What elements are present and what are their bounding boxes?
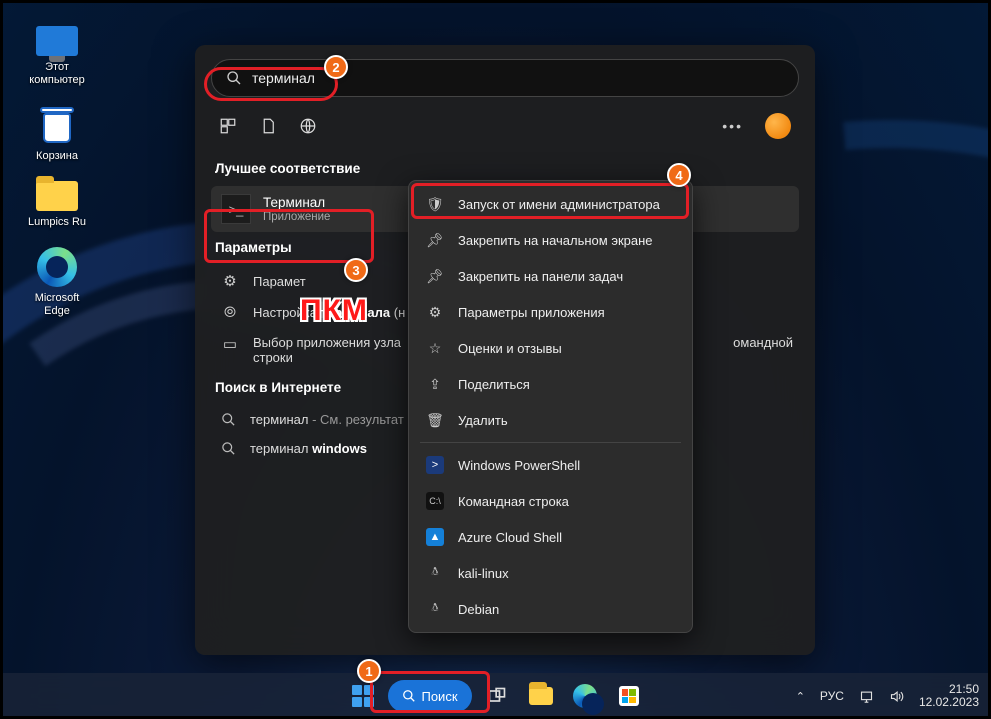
more-options-icon[interactable]: ••• (722, 118, 743, 134)
recycle-bin-icon[interactable]: Корзина (22, 105, 92, 163)
lumpics-folder-icon[interactable]: Lumpics Ru (22, 181, 92, 229)
filter-apps-icon[interactable] (219, 117, 237, 135)
azure-icon: ▲ (426, 528, 444, 546)
linux-icon: 🐧︎ (426, 564, 444, 582)
date-text: 12.02.2023 (919, 696, 979, 709)
result-subtitle: Приложение (263, 211, 330, 223)
ctx-run-as-admin[interactable]: 🛡︎Запуск от имени администратора (414, 186, 687, 222)
search-input[interactable]: терминал (211, 59, 799, 97)
cmd-icon: C:\ (426, 492, 444, 510)
ctx-debian[interactable]: 🐧︎Debian (414, 591, 687, 627)
lumpics-folder-label: Lumpics Ru (28, 216, 86, 229)
search-query-text: терминал (252, 70, 315, 86)
search-icon (221, 441, 236, 456)
pin-icon: 📌︎ (426, 267, 444, 285)
pin-icon: 📌︎ (426, 231, 444, 249)
language-indicator[interactable]: РУС (820, 689, 844, 703)
search-icon (221, 412, 236, 427)
user-avatar[interactable] (765, 113, 791, 139)
ctx-cmd[interactable]: C:\Командная строка (414, 483, 687, 519)
ctx-app-settings[interactable]: ⚙︎Параметры приложения (414, 294, 687, 330)
ctx-pin-start[interactable]: 📌︎Закрепить на начальном экране (414, 222, 687, 258)
ctx-delete[interactable]: 🗑︎Удалить (414, 402, 687, 438)
explorer-button[interactable] (522, 677, 560, 715)
share-icon: ⇪ (426, 375, 444, 393)
store-button[interactable] (610, 677, 648, 715)
ctx-share[interactable]: ⇪Поделиться (414, 366, 687, 402)
star-icon: ☆ (426, 339, 444, 357)
filter-documents-icon[interactable] (259, 117, 277, 135)
network-icon[interactable] (859, 689, 874, 704)
volume-icon[interactable] (889, 689, 904, 704)
system-tray: ⌃ РУС 21:50 12.02.2023 (796, 683, 979, 709)
filter-web-icon[interactable] (299, 117, 317, 135)
desktop-icons: Этот компьютер Корзина Lumpics Ru Micros… (22, 26, 92, 336)
terminal-app-icon: >_ (221, 194, 251, 224)
ctx-azure[interactable]: ▲Azure Cloud Shell (414, 519, 687, 555)
desktop: Этот компьютер Корзина Lumpics Ru Micros… (0, 0, 991, 719)
trash-icon: 🗑︎ (426, 411, 444, 429)
gear-icon: ⚙︎ (426, 303, 444, 321)
this-pc-icon[interactable]: Этот компьютер (22, 26, 92, 87)
tray-chevron-icon[interactable]: ⌃ (796, 690, 805, 703)
terminal-setting-icon: ▭ (221, 335, 239, 353)
this-pc-label: Этот компьютер (29, 61, 84, 87)
task-view-button[interactable] (478, 677, 516, 715)
clock[interactable]: 21:50 12.02.2023 (919, 683, 979, 709)
taskbar: Поиск ⌃ РУС 21:50 12.02.2023 (0, 673, 991, 719)
edge-icon[interactable]: Microsoft Edge (22, 247, 92, 318)
link-icon: ⦾ (221, 304, 239, 321)
separator (420, 442, 681, 443)
ctx-pin-taskbar[interactable]: 📌︎Закрепить на панели задач (414, 258, 687, 294)
shield-icon: 🛡︎ (426, 195, 444, 213)
ctx-kali[interactable]: 🐧︎kali-linux (414, 555, 687, 591)
taskbar-search-label: Поиск (421, 689, 457, 704)
filter-row: ••• (211, 109, 799, 153)
linux-icon: 🐧︎ (426, 600, 444, 618)
powershell-icon: > (426, 456, 444, 474)
context-menu: 🛡︎Запуск от имени администратора 📌︎Закре… (408, 180, 693, 633)
result-title: Терминал (263, 195, 330, 211)
search-icon (401, 689, 415, 703)
edge-button[interactable] (566, 677, 604, 715)
ctx-ratings[interactable]: ☆Оценки и отзывы (414, 330, 687, 366)
ctx-powershell[interactable]: >Windows PowerShell (414, 447, 687, 483)
search-icon (226, 70, 242, 86)
recycle-bin-label: Корзина (36, 150, 78, 163)
start-button[interactable] (343, 677, 381, 715)
sliders-icon: ⚙︎ (221, 272, 239, 290)
edge-label: Microsoft Edge (35, 292, 80, 318)
taskbar-search-button[interactable]: Поиск (387, 680, 471, 712)
